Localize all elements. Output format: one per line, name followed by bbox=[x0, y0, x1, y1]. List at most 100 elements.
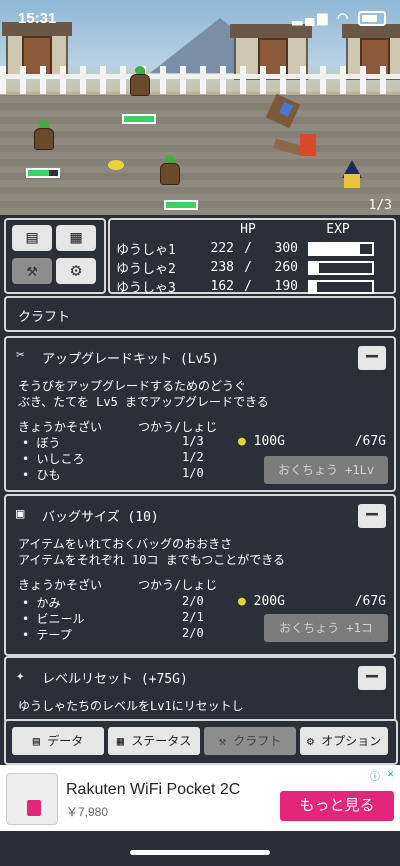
tab-data[interactable]: ▤ データ bbox=[12, 727, 104, 755]
upgrade-kit-card: ✂ アップグレードキット (Lv5) − そうびをアップグレードするためのどうぐ… bbox=[4, 336, 396, 492]
enemy-plant-1[interactable] bbox=[128, 66, 150, 96]
enemy-hp-bar bbox=[122, 114, 156, 124]
gold-cost: ● 100G bbox=[238, 434, 285, 449]
level-reset-card: ✦ レベルリセット (+75G) − ゆうしゃたちのレベルをLv1にリセットし bbox=[4, 656, 396, 724]
needs-header: つかう/しょじ bbox=[138, 420, 218, 434]
gold-cost: ● 200G bbox=[238, 594, 285, 609]
close-icon[interactable]: ✕ bbox=[387, 767, 394, 780]
tab-option[interactable]: ⚙ オプション bbox=[300, 727, 388, 755]
member-max-hp: 190 bbox=[274, 279, 298, 294]
party-icon: ▦ bbox=[70, 227, 82, 248]
ad-title: Rakuten WiFi Pocket 2C bbox=[66, 781, 241, 798]
tab-label: ステータス bbox=[131, 734, 192, 748]
material-label: ビニール bbox=[36, 612, 85, 626]
gold-drop-icon[interactable] bbox=[108, 160, 124, 170]
hp-header: HP bbox=[240, 222, 256, 237]
exp-bar bbox=[308, 241, 374, 256]
bag-size-card: ▣ バッグサイズ (10) − アイテムをいれておくバッグのおおきさ アイテムを… bbox=[4, 494, 396, 656]
material-label: ひも bbox=[36, 468, 61, 482]
material-needs: 2/1 bbox=[182, 610, 204, 624]
clock: 15:31 bbox=[18, 10, 57, 27]
material-name: • かみ bbox=[22, 596, 61, 610]
hp-separator: / bbox=[244, 260, 252, 275]
tab-status[interactable]: ▦ ステータス bbox=[108, 727, 200, 755]
member-max-hp: 300 bbox=[274, 241, 298, 256]
collapse-button[interactable]: − bbox=[358, 666, 386, 690]
option-menu-button[interactable]: ⚙ bbox=[56, 258, 96, 284]
material-name: • ビニール bbox=[22, 612, 85, 626]
ad-product-image bbox=[6, 773, 58, 825]
document-icon: ▤ bbox=[32, 734, 48, 748]
page-counter: 1/3 bbox=[368, 198, 392, 213]
bag-icon: ▣ bbox=[16, 506, 25, 522]
enemy-hp-bar bbox=[164, 200, 198, 210]
data-menu-button[interactable]: ▤ bbox=[12, 225, 52, 251]
card-desc-line1: ゆうしゃたちのレベルをLv1にリセットし bbox=[18, 699, 244, 713]
material-needs: 2/0 bbox=[182, 626, 204, 640]
section-title: クラフト bbox=[18, 310, 71, 325]
gear-icon: ⚙ bbox=[70, 260, 82, 281]
enemy-plant-3[interactable] bbox=[158, 155, 180, 185]
member-name: ゆうしゃ3 bbox=[116, 281, 176, 296]
hammer-icon: ⚒ bbox=[26, 260, 38, 281]
material-name: • テープ bbox=[22, 628, 72, 642]
member-hp: 222 bbox=[210, 241, 234, 256]
bottom-tab-bar: ▤ データ ▦ ステータス ⚒ クラフト ⚙ オプション bbox=[4, 719, 398, 765]
member-hp: 238 bbox=[210, 260, 234, 275]
craft-menu-button[interactable]: ⚒ bbox=[12, 258, 52, 284]
hp-separator: / bbox=[244, 241, 252, 256]
collapse-button[interactable]: − bbox=[358, 504, 386, 528]
ad-info-icon[interactable]: ⓘ bbox=[370, 768, 380, 783]
party-stats-panel: HP EXP ゆうしゃ1 222 / 300 ゆうしゃ2 238 / 260 ゆ… bbox=[108, 218, 396, 296]
material-label: ぼう bbox=[36, 436, 61, 450]
material-name: • いしころ bbox=[22, 452, 85, 466]
cost-value: 200G bbox=[253, 594, 285, 609]
material-needs: 1/3 bbox=[182, 434, 204, 448]
gold-icon: ● bbox=[238, 434, 246, 449]
card-title: バッグサイズ (10) bbox=[42, 510, 159, 525]
party-stats-table: HP EXP ゆうしゃ1 222 / 300 ゆうしゃ2 238 / 260 ゆ… bbox=[114, 220, 376, 296]
document-icon: ▤ bbox=[26, 227, 38, 248]
road bbox=[0, 95, 400, 215]
material-name: • ひも bbox=[22, 468, 61, 482]
enemy-plant-2[interactable] bbox=[32, 120, 54, 150]
gold-owned: /67G bbox=[354, 594, 386, 609]
exp-bar bbox=[308, 279, 374, 294]
enemy-hp-bar bbox=[26, 168, 60, 178]
member-max-hp: 260 bbox=[274, 260, 298, 275]
menu-icon-panel: ▤ ▦ ⚒ ⚙ bbox=[4, 218, 106, 294]
ad-cta-button[interactable]: もっと見る bbox=[280, 791, 394, 821]
upgrade-button[interactable]: おくちょう +1コ bbox=[264, 614, 388, 642]
card-desc-line1: そうびをアップグレードするためのどうぐ bbox=[18, 379, 247, 393]
tab-label: データ bbox=[47, 734, 84, 748]
card-desc-line1: アイテムをいれておくバッグのおおきさ bbox=[18, 537, 233, 551]
hammer-icon: ⚒ bbox=[218, 734, 234, 748]
material-label: いしころ bbox=[36, 452, 85, 466]
member-name: ゆうしゃ1 bbox=[116, 243, 176, 258]
collapse-button[interactable]: − bbox=[358, 346, 386, 370]
battery-icon bbox=[358, 11, 386, 27]
fence bbox=[0, 66, 400, 94]
card-desc-line2: アイテムをそれぞれ 10コ までもつことができる bbox=[18, 553, 285, 567]
material-needs: 1/2 bbox=[182, 450, 204, 464]
tab-label: クラフト bbox=[233, 734, 282, 748]
tools-icon: ✂ bbox=[16, 347, 25, 363]
wifi-icon: ◠ bbox=[337, 10, 352, 25]
status-menu-button[interactable]: ▦ bbox=[56, 225, 96, 251]
materials-header: きょうかそざい bbox=[18, 420, 103, 434]
hp-separator: / bbox=[244, 279, 252, 294]
tab-craft[interactable]: ⚒ クラフト bbox=[204, 727, 296, 755]
ad-banner[interactable]: Rakuten WiFi Pocket 2C ￥7,980 もっと見る ⓘ ✕ bbox=[0, 765, 400, 831]
gold-owned: /67G bbox=[354, 434, 386, 449]
material-label: かみ bbox=[36, 596, 61, 610]
ad-price: ￥7,980 bbox=[66, 805, 109, 819]
cost-value: 100G bbox=[253, 434, 285, 449]
party-icon: ▦ bbox=[116, 734, 132, 748]
card-desc-line2: ぶき、たてを Lv5 までアップグレードできる bbox=[18, 395, 269, 409]
needs-header: つかう/しょじ bbox=[138, 578, 218, 592]
upgrade-button[interactable]: おくちょう +1Lv bbox=[264, 456, 388, 484]
tab-label: オプション bbox=[321, 734, 382, 748]
party-row: ゆうしゃ2 238 / 260 bbox=[114, 258, 376, 277]
home-indicator bbox=[130, 850, 270, 855]
gear-icon: ⚙ bbox=[306, 734, 322, 748]
